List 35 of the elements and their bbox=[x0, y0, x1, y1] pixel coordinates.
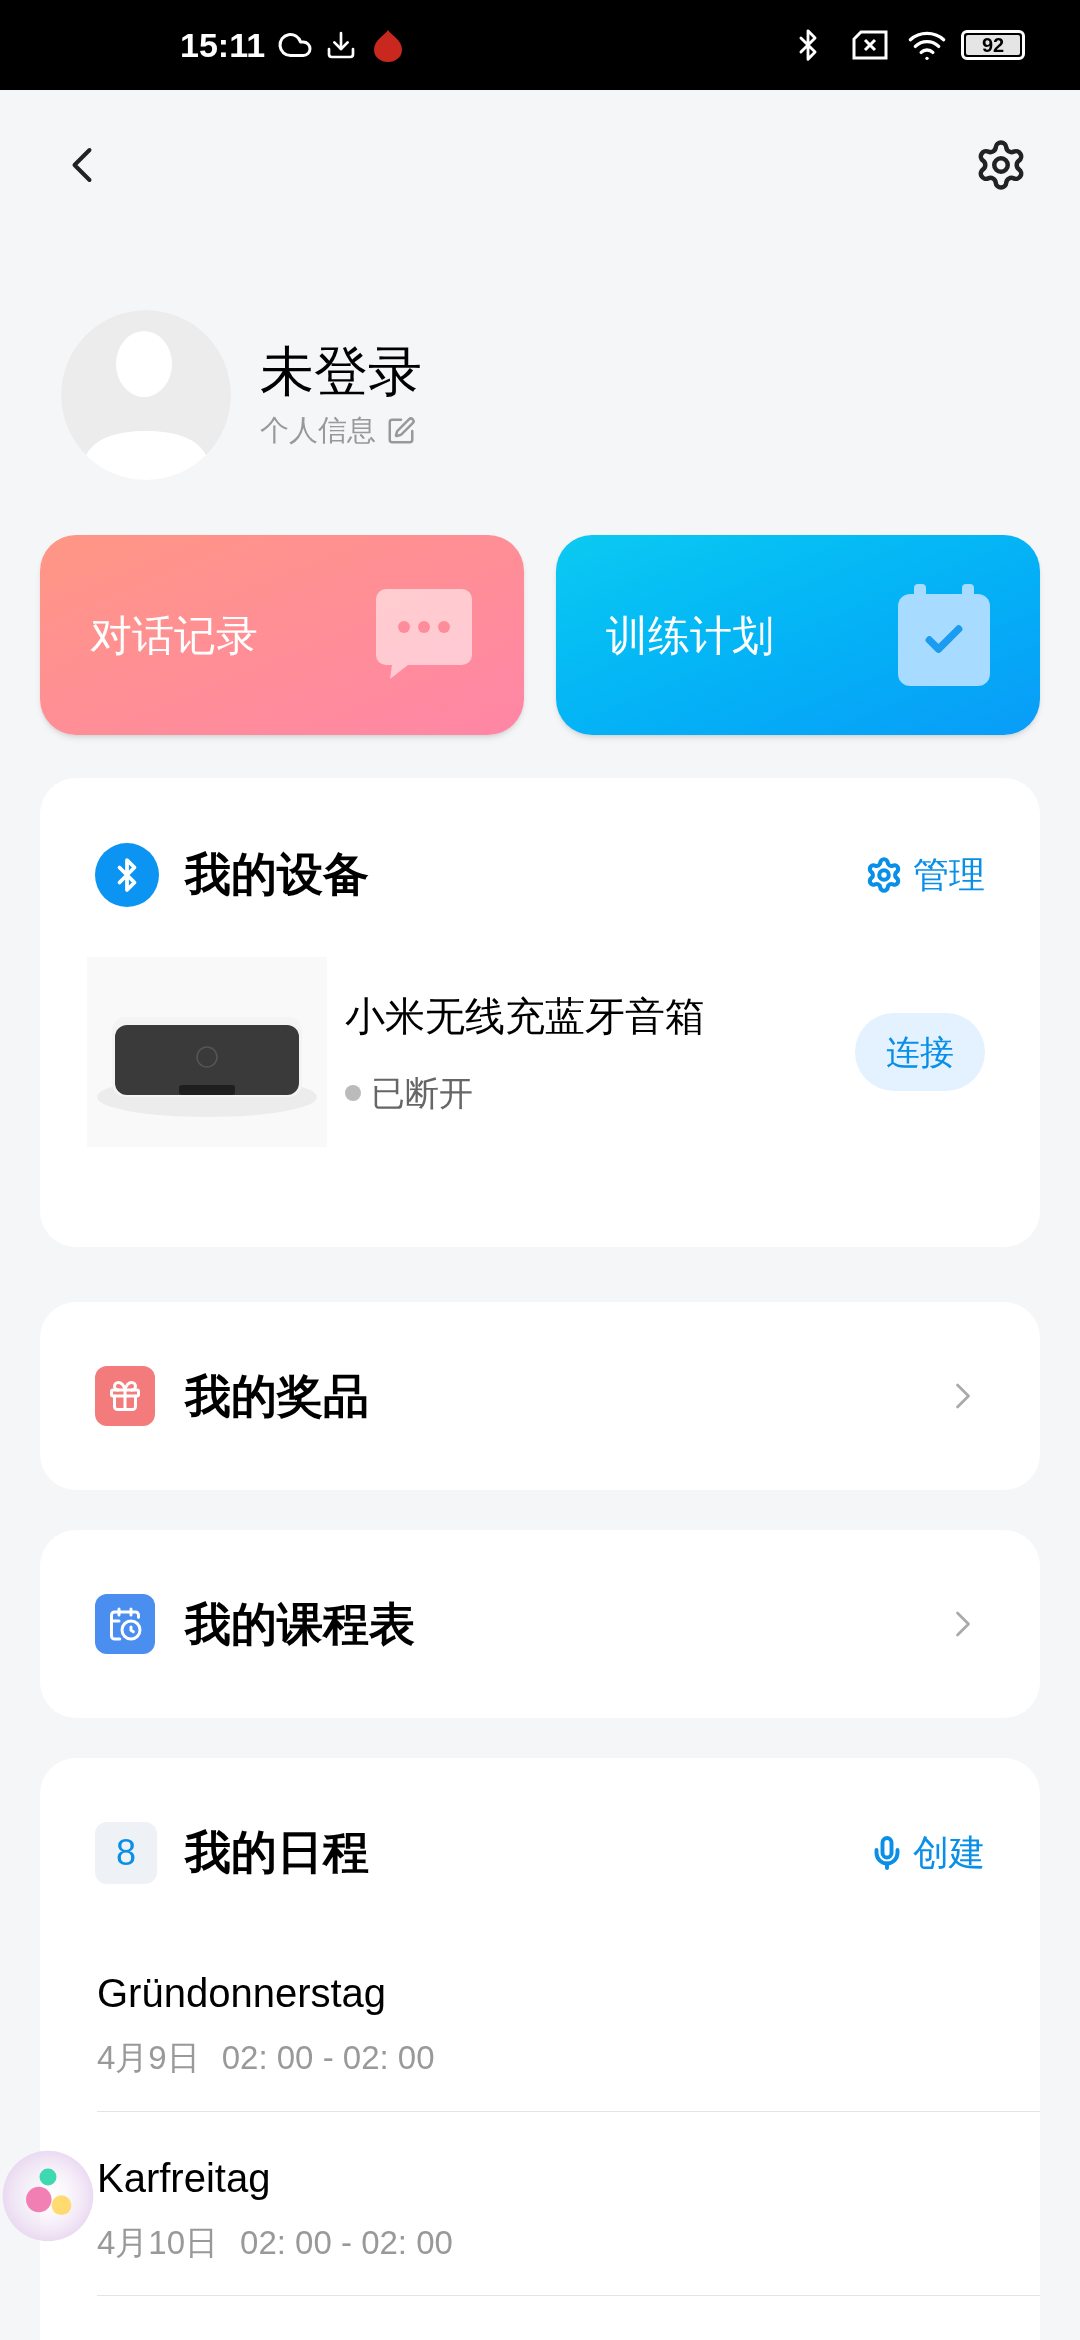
menu-label: 我的奖品 bbox=[185, 1368, 369, 1424]
shortcut-card[interactable]: 训练计划 bbox=[556, 535, 1040, 735]
user-name: 未登录 bbox=[260, 339, 422, 403]
device-status: 已断开 bbox=[371, 1072, 473, 1114]
battery-indicator: 92 bbox=[961, 30, 1025, 60]
connect-button[interactable]: 连接 bbox=[855, 1013, 985, 1091]
section-title: 我的日程 bbox=[185, 1825, 369, 1880]
gear-icon[interactable] bbox=[865, 855, 903, 894]
event-date: 4月9日 bbox=[97, 2038, 200, 2078]
shortcut-card[interactable]: 对话记录 bbox=[40, 535, 524, 735]
menu-label: 我的课程表 bbox=[185, 1596, 415, 1652]
menu-item[interactable]: 我的奖品 bbox=[40, 1302, 1040, 1490]
calendar-clock-icon bbox=[95, 1594, 155, 1654]
event-item[interactable]: Karfreitag 4月10日 02: 00 - 02: 00 bbox=[97, 2111, 1040, 2296]
profile-link[interactable]: 个人信息 bbox=[260, 409, 376, 453]
shortcut-label: 对话记录 bbox=[90, 610, 258, 661]
event-date: 4月10日 bbox=[97, 2222, 219, 2263]
device-name: 小米无线充蓝牙音箱 bbox=[345, 992, 705, 1040]
manage-link[interactable]: 管理 bbox=[913, 847, 985, 902]
no-sim-icon bbox=[851, 30, 889, 60]
shortcut-label: 训练计划 bbox=[606, 610, 774, 661]
calendar-day-icon: 8 bbox=[95, 1821, 157, 1884]
gift-icon bbox=[95, 1366, 155, 1426]
status-time: 15:11 bbox=[180, 24, 266, 66]
edit-icon[interactable] bbox=[386, 415, 416, 446]
menu-item[interactable]: 我的课程表 bbox=[40, 1530, 1040, 1718]
event-time: 02: 00 - 02: 00 bbox=[221, 2038, 435, 2078]
event-time: 02: 00 - 02: 00 bbox=[240, 2222, 453, 2263]
event-title: Gründonnerstag bbox=[97, 1970, 388, 2017]
event-item[interactable]: Gründonnerstag 4月9日 02: 00 - 02: 00 bbox=[97, 1927, 1040, 2112]
create-link[interactable]: 创建 bbox=[913, 1825, 985, 1880]
section-title: 我的设备 bbox=[185, 847, 369, 902]
assistant-bubble-icon[interactable] bbox=[2, 2150, 94, 2242]
event-title: Karfreitag bbox=[97, 2154, 272, 2202]
calendar-check-icon bbox=[898, 584, 990, 686]
